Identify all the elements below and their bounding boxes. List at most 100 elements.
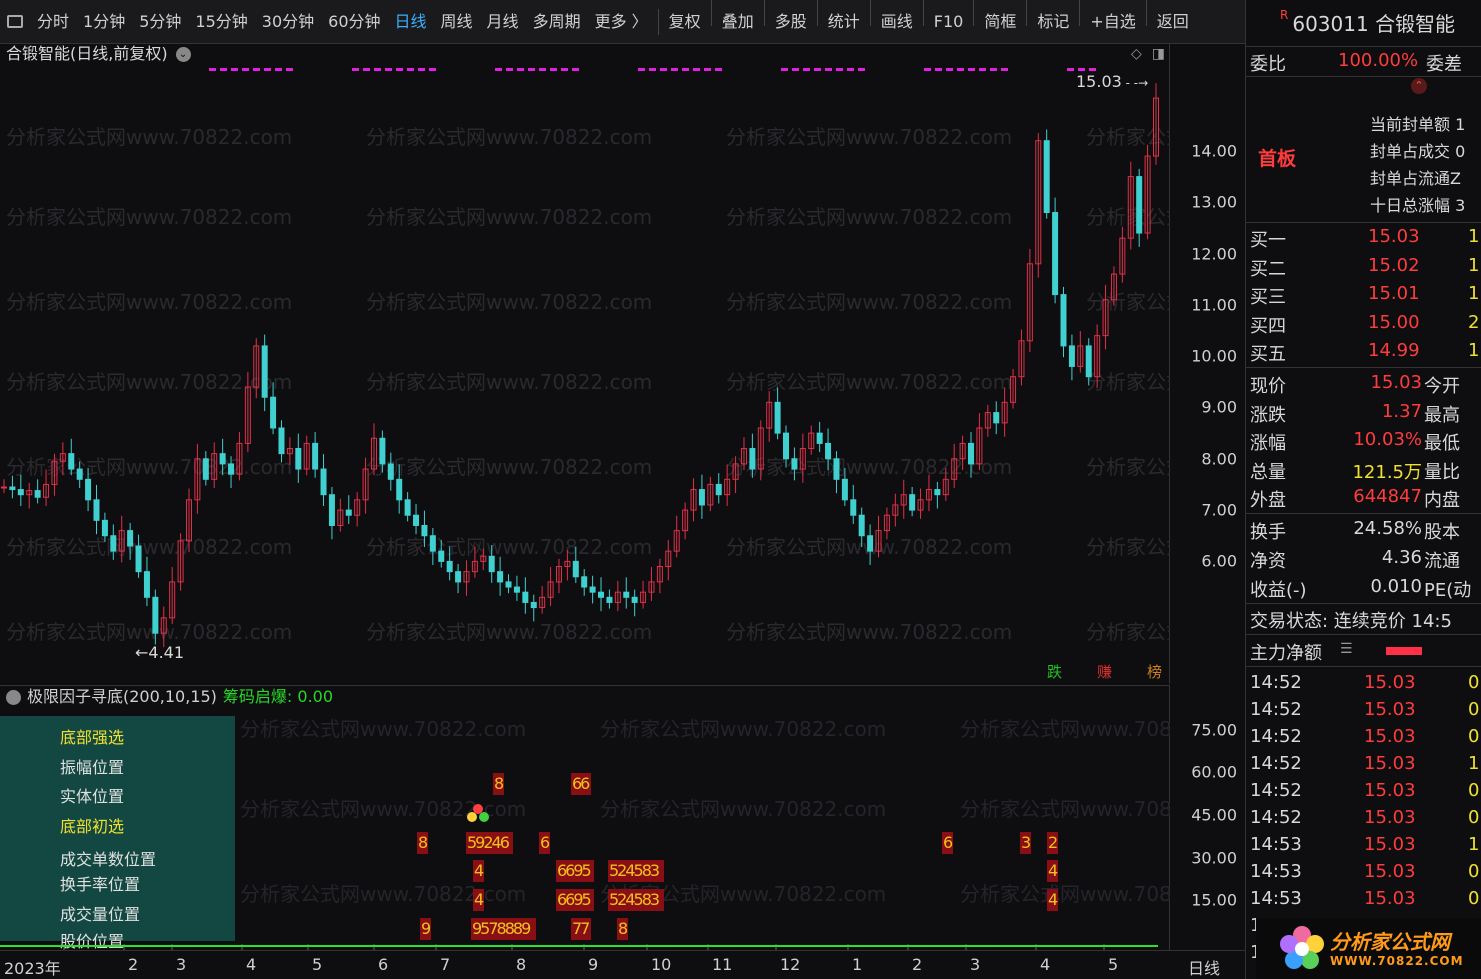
- tab-period-0[interactable]: 分时: [30, 0, 76, 44]
- candle-body: [295, 448, 302, 470]
- candle-body: [9, 486, 16, 491]
- tab-period-2[interactable]: 5分钟: [132, 0, 188, 44]
- site-logo: 分析家公式网 WWW.70822.COM: [1256, 918, 1481, 979]
- price-tick: 12.00: [1191, 244, 1237, 264]
- seal-item: 当前封单额 1: [1370, 115, 1466, 134]
- signal-dot: [1067, 68, 1074, 71]
- tab-period-9[interactable]: 多周期: [526, 0, 588, 44]
- price-tick: 14.00: [1191, 141, 1237, 161]
- date-tick: 7: [440, 955, 451, 974]
- candle-body: [270, 396, 277, 429]
- signal-dot: [649, 68, 656, 71]
- indicator-mark: 6695: [557, 861, 591, 880]
- candlestick-chart[interactable]: 分析家公式网www.70822.com 分析家公式网www.70822.com 分析…: [0, 44, 1170, 684]
- main-chart-panel[interactable]: 合锻智能(日线,前复权) ⌄ ◇ ◨ 分析家公式网www.70822.com 分析家公…: [0, 44, 1170, 684]
- signal-dot: [858, 68, 865, 71]
- logo-text: 分析家公式网: [1330, 930, 1450, 954]
- candle-body: [438, 550, 445, 562]
- price-tick: 7.00: [1201, 500, 1237, 520]
- watermark-text: 分析家公式网www.70822.com: [366, 455, 652, 479]
- indicator-panel[interactable]: 极限因子寻底(200,10,15) 筹码启爆: 0.00 底部强选 振幅位置 实体位置…: [0, 685, 1170, 951]
- tab-period-8[interactable]: 月线: [480, 0, 526, 44]
- tool-button-0[interactable]: 复权: [662, 0, 708, 44]
- stock-code: 603011: [1292, 12, 1369, 36]
- signal-dot: [660, 68, 667, 71]
- seal-item: 封单占流通Z: [1370, 169, 1461, 188]
- top-toolbar: 分时 1分钟 5分钟 15分钟 30分钟 60分钟 日线 周线 月线 多周期 更多 〉 复权 叠加 多股…: [0, 0, 1245, 44]
- candle-body: [320, 468, 327, 496]
- indicator-mark: 9578889: [472, 919, 531, 938]
- watermark-text: 分析家公式网www.70822.com: [726, 290, 1012, 314]
- candle-body: [530, 601, 537, 609]
- signal-dot: [715, 68, 722, 71]
- watermark-text: 分析家公式网www.70822.com: [960, 797, 1170, 821]
- tool-button-7[interactable]: 标记: [1030, 0, 1076, 44]
- signal-dot: [242, 68, 249, 71]
- tool-button-4[interactable]: 画线: [874, 0, 920, 44]
- watermark-text: 分析家公式网www.70822.com: [366, 205, 652, 229]
- tab-period-5[interactable]: 60分钟: [321, 0, 387, 44]
- date-tick: 4: [246, 955, 257, 974]
- tool-button-3[interactable]: 统计: [821, 0, 867, 44]
- r-tag: R: [1280, 8, 1289, 22]
- watermark-text: 分析家公式网www.70822.com: [726, 370, 1012, 394]
- indicator-chart[interactable]: 分析家公式网www.70822.com 分析家公式网www.70822.com 分析…: [0, 686, 1170, 951]
- tab-period-10[interactable]: 更多 〉: [588, 0, 655, 44]
- tab-period-3[interactable]: 15分钟: [188, 0, 254, 44]
- indicator-mark: 77: [572, 919, 589, 938]
- signal-dot: [209, 68, 216, 71]
- signal-dot: [363, 68, 370, 71]
- sidebar-toggle-icon[interactable]: [0, 0, 30, 44]
- seal-item: 十日总涨幅 3: [1370, 196, 1466, 215]
- signal-dot: [803, 68, 810, 71]
- candle-body: [101, 519, 108, 537]
- signal-badge[interactable]: 跌: [1045, 661, 1064, 682]
- tool-button-8[interactable]: +自选: [1083, 0, 1142, 44]
- signal-dot: [935, 68, 942, 71]
- candle-body: [572, 560, 579, 578]
- quote-panel: R 603011 合锻智能 委比 100.00% 委差 ⌃ 首板 当前封单额 1封…: [1245, 0, 1481, 979]
- price-tick: 6.00: [1201, 551, 1237, 571]
- tab-period-7[interactable]: 周线: [434, 0, 480, 44]
- tool-button-2[interactable]: 多股: [768, 0, 814, 44]
- signal-dot: [924, 68, 931, 71]
- tab-period-1[interactable]: 1分钟: [76, 0, 132, 44]
- tool-button-1[interactable]: 叠加: [715, 0, 761, 44]
- candle-body: [93, 499, 100, 521]
- candle-body: [219, 453, 226, 465]
- candle-body: [841, 478, 848, 501]
- indicator-mark: 2: [1048, 833, 1057, 852]
- watermark-text: 分析家公式网www.70822.com: [726, 620, 1012, 644]
- candle-body: [833, 458, 840, 480]
- price-low-label: ←4.41: [135, 643, 185, 662]
- candle-body: [202, 458, 209, 480]
- candle-body: [396, 478, 403, 501]
- watermark-text: 分析家公式网www.70822.com: [1086, 290, 1170, 314]
- tab-period-6[interactable]: 日线: [388, 0, 434, 44]
- stock-header: R 603011 合锻智能: [1246, 0, 1481, 46]
- candle-body: [455, 571, 462, 583]
- collapse-up-icon[interactable]: ⌃: [1411, 78, 1427, 94]
- tool-button-6[interactable]: 简框: [977, 0, 1023, 44]
- signal-badge[interactable]: 榜: [1145, 661, 1164, 682]
- signal-dot: [1089, 68, 1096, 71]
- list-icon[interactable]: ☰: [1340, 641, 1353, 657]
- signal-dot: [517, 68, 524, 71]
- candle-body: [623, 591, 630, 598]
- candle-body: [143, 571, 150, 598]
- signal-dot: [253, 68, 260, 71]
- date-tick: 10: [651, 955, 672, 974]
- candle-body: [1085, 345, 1092, 378]
- candle-body: [413, 514, 420, 526]
- candle-body: [1060, 294, 1067, 347]
- signal-badge[interactable]: 赚: [1095, 661, 1114, 682]
- signal-ball-icon: [479, 812, 489, 822]
- indicator-mark: 66: [572, 774, 590, 793]
- tool-button-9[interactable]: 返回: [1150, 0, 1196, 44]
- candle-body: [1052, 212, 1059, 296]
- candle-body: [421, 524, 428, 537]
- tool-button-5[interactable]: F10: [927, 0, 971, 44]
- candle-body: [34, 490, 41, 498]
- tab-period-4[interactable]: 30分钟: [255, 0, 321, 44]
- candle-body: [581, 576, 588, 588]
